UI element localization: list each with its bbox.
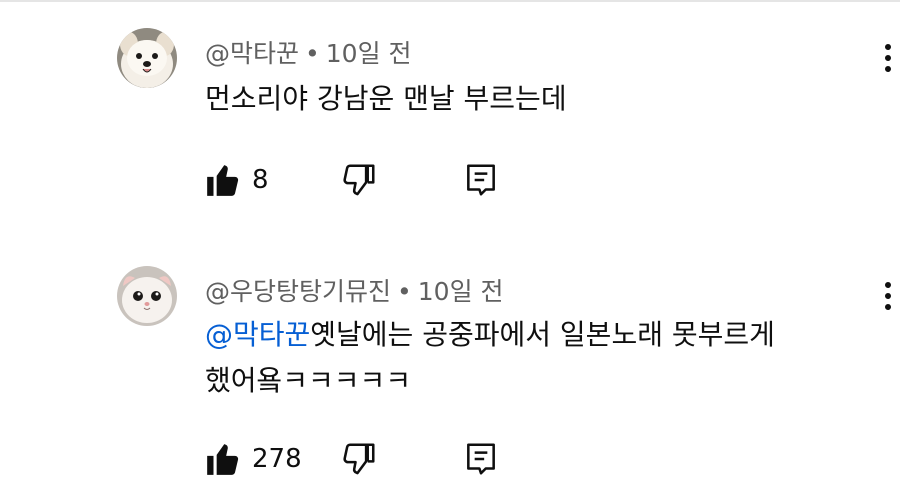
comment-body-line2: 했어욬ㅋㅋㅋㅋㅋ — [205, 364, 412, 397]
comment-text: 먼소리야 강남운 맨날 부르는데 — [205, 76, 865, 122]
more-options-icon[interactable] — [880, 282, 896, 316]
like-button[interactable]: 278 — [204, 437, 302, 481]
dislike-button[interactable] — [340, 437, 378, 481]
author-name[interactable]: @우당탕탕기뮤진 — [205, 277, 391, 306]
avatar[interactable] — [117, 28, 177, 88]
comment-meta: @막타꾼 • 10일 전 — [205, 34, 412, 70]
cat-avatar-icon — [117, 266, 177, 326]
timestamp[interactable]: 10일 전 — [418, 277, 504, 306]
reply-button[interactable] — [462, 437, 500, 481]
more-options-icon[interactable] — [880, 44, 896, 78]
dislike-button[interactable] — [340, 158, 378, 202]
dog-avatar-icon — [117, 28, 177, 88]
mention-link[interactable]: @막타꾼 — [205, 318, 310, 351]
avatar[interactable] — [117, 266, 177, 326]
thumbs-down-icon — [343, 164, 375, 196]
reply-icon — [467, 164, 495, 196]
comment-text: @막타꾼옛날에는 공중파에서 일본노래 못부르게 했어욬ㅋㅋㅋㅋㅋ — [205, 312, 865, 404]
top-divider — [0, 0, 900, 2]
author-name[interactable]: @막타꾼 — [205, 39, 299, 68]
separator: • — [305, 39, 320, 68]
thumbs-down-icon — [343, 443, 375, 475]
reply-icon — [467, 443, 495, 475]
reply-button[interactable] — [462, 158, 500, 202]
comment-body: 옛날에는 공중파에서 일본노래 못부르게 — [310, 318, 775, 351]
thumbs-up-icon — [207, 165, 239, 196]
like-count: 8 — [252, 165, 269, 195]
comment-meta: @우당탕탕기뮤진 • 10일 전 — [205, 272, 504, 308]
like-button[interactable]: 8 — [204, 158, 269, 202]
comment-body: 먼소리야 강남운 맨날 부르는데 — [205, 82, 567, 115]
timestamp[interactable]: 10일 전 — [326, 39, 412, 68]
like-count: 278 — [252, 444, 302, 474]
separator: • — [397, 277, 412, 306]
thumbs-up-icon — [207, 444, 239, 475]
